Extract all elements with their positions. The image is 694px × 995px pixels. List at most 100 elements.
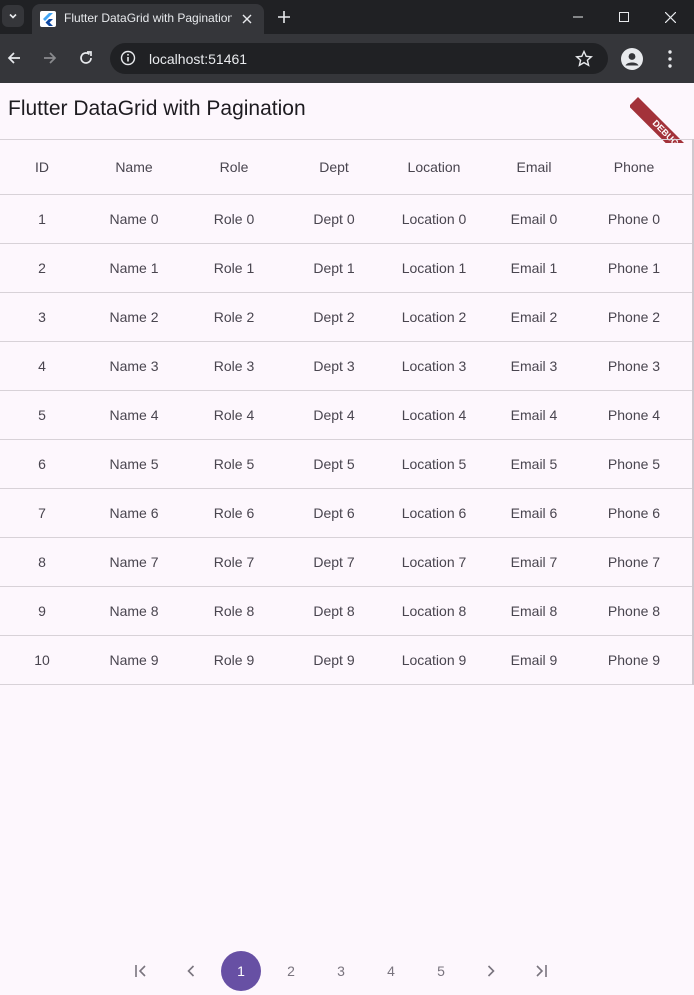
flutter-favicon-icon [40, 11, 56, 27]
profile-avatar-icon[interactable] [621, 48, 643, 70]
cell-phone: Phone 7 [607, 554, 661, 570]
arrow-left-icon [7, 52, 20, 64]
table-row[interactable]: 3 Name 2 Role 2 Dept 2 Location 2 Email 2 Phon… [0, 293, 692, 342]
page-title: Flutter DataGrid with Pagination [8, 97, 306, 120]
close-icon [664, 11, 676, 23]
cell-name: Name 6 [109, 505, 159, 521]
cell-location: Location 9 [401, 652, 467, 668]
cell-id: 3 [38, 309, 46, 325]
cell-phone: Phone 5 [607, 456, 661, 472]
cell-id: 6 [38, 456, 46, 472]
browser-toolbar: localhost:51461 [0, 34, 694, 83]
cell-email: Email 6 [510, 505, 558, 521]
browser-menu-icon[interactable] [664, 48, 676, 70]
browser-tab[interactable]: Flutter DataGrid with Pagination [32, 4, 264, 34]
tab-close-icon[interactable] [238, 10, 256, 28]
cell-id: 9 [38, 603, 46, 619]
tab-search-button[interactable] [2, 5, 24, 27]
table-row[interactable]: 9 Name 8 Role 8 Dept 8 Location 8 Email 8 Phon… [0, 587, 692, 636]
reload-button[interactable] [74, 46, 98, 70]
cell-name: Name 2 [109, 309, 159, 325]
cell-role: Role 7 [213, 554, 255, 570]
pagination-bar: 1 2 3 4 5 [0, 951, 694, 991]
cell-id: 1 [38, 211, 46, 227]
cell-role: Role 3 [213, 358, 255, 374]
forward-button[interactable] [38, 46, 62, 70]
cell-email: Email 0 [510, 211, 558, 227]
previous-page-button[interactable] [171, 951, 211, 991]
cell-email: Email 7 [510, 554, 558, 570]
next-page-button[interactable] [471, 951, 511, 991]
cell-name: Name 8 [109, 603, 159, 619]
cell-location: Location 4 [401, 407, 467, 423]
table-row[interactable]: 7 Name 6 Role 6 Dept 6 Location 6 Email 6 Phon… [0, 489, 692, 538]
cell-name: Name 5 [109, 456, 159, 472]
debug-banner: DEBUG [630, 83, 694, 143]
table-row[interactable]: 10 Name 9 Role 9 Dept 9 Location 9 Email 9 Pho… [0, 636, 692, 685]
cell-phone: Phone 9 [607, 652, 661, 668]
table-row[interactable]: 2 Name 1 Role 1 Dept 1 Location 1 Email 1 Phon… [0, 244, 692, 293]
minimize-icon [573, 16, 583, 18]
column-header-dept[interactable]: Dept [284, 140, 384, 194]
cell-location: Location 7 [401, 554, 467, 570]
cell-role: Role 8 [213, 603, 255, 619]
cell-role: Role 1 [213, 260, 255, 276]
page-button-2[interactable]: 2 [271, 951, 311, 991]
cell-phone: Phone 4 [607, 407, 661, 423]
table-row[interactable]: 4 Name 3 Role 3 Dept 3 Location 3 Email 3 Phon… [0, 342, 692, 391]
cell-dept: Dept 9 [313, 652, 355, 668]
cell-role: Role 4 [213, 407, 255, 423]
cell-dept: Dept 6 [313, 505, 355, 521]
cell-location: Location 6 [401, 505, 467, 521]
minimize-button[interactable] [555, 0, 601, 34]
url-text: localhost:51461 [149, 51, 248, 67]
column-header-id[interactable]: ID [0, 140, 84, 194]
column-header-role[interactable]: Role [184, 140, 284, 194]
cell-email: Email 8 [510, 603, 558, 619]
address-bar[interactable]: localhost:51461 [110, 43, 608, 74]
table-row[interactable]: 6 Name 5 Role 5 Dept 5 Location 5 Email 5 Phon… [0, 440, 692, 489]
column-header-phone[interactable]: Phone [584, 140, 684, 194]
cell-name: Name 0 [109, 211, 159, 227]
cell-phone: Phone 3 [607, 358, 661, 374]
site-info-icon[interactable] [120, 50, 136, 66]
back-button[interactable] [2, 46, 26, 70]
column-header-location[interactable]: Location [384, 140, 484, 194]
cell-name: Name 1 [109, 260, 159, 276]
cell-name: Name 3 [109, 358, 159, 374]
cell-role: Role 0 [213, 211, 255, 227]
cell-email: Email 5 [510, 456, 558, 472]
cell-location: Location 2 [401, 309, 467, 325]
bookmark-star-icon[interactable] [574, 49, 594, 69]
cell-dept: Dept 2 [313, 309, 355, 325]
last-page-button[interactable] [521, 951, 561, 991]
close-window-button[interactable] [647, 0, 693, 34]
page-button-1[interactable]: 1 [221, 951, 261, 991]
cell-role: Role 2 [213, 309, 255, 325]
page-button-3[interactable]: 3 [321, 951, 361, 991]
page-button-4[interactable]: 4 [371, 951, 411, 991]
cell-role: Role 5 [213, 456, 255, 472]
maximize-button[interactable] [601, 0, 647, 34]
cell-email: Email 2 [510, 309, 558, 325]
cell-role: Role 6 [213, 505, 255, 521]
cell-dept: Dept 8 [313, 603, 355, 619]
table-row[interactable]: 8 Name 7 Role 7 Dept 7 Location 7 Email 7 Phon… [0, 538, 692, 587]
table-row[interactable]: 5 Name 4 Role 4 Dept 4 Location 4 Email 4 Phon… [0, 391, 692, 440]
new-tab-button[interactable] [272, 6, 296, 28]
plus-icon [278, 11, 290, 23]
tab-title: Flutter DataGrid with Pagination [64, 11, 232, 25]
cell-id: 4 [38, 358, 46, 374]
data-grid: ID Name Role Dept Location Email Phone 1… [0, 139, 694, 685]
column-header-email[interactable]: Email [484, 140, 584, 194]
page-button-5[interactable]: 5 [421, 951, 461, 991]
column-header-name[interactable]: Name [84, 140, 184, 194]
cell-location: Location 8 [401, 603, 467, 619]
table-row[interactable]: 1 Name 0 Role 0 Dept 0 Location 0 Email 0 Phon… [0, 195, 692, 244]
arrow-right-icon [44, 52, 57, 64]
grid-header-row: ID Name Role Dept Location Email Phone [0, 139, 692, 195]
next-page-icon [487, 965, 495, 977]
cell-email: Email 1 [510, 260, 558, 276]
first-page-button[interactable] [121, 951, 161, 991]
cell-name: Name 4 [109, 407, 159, 423]
